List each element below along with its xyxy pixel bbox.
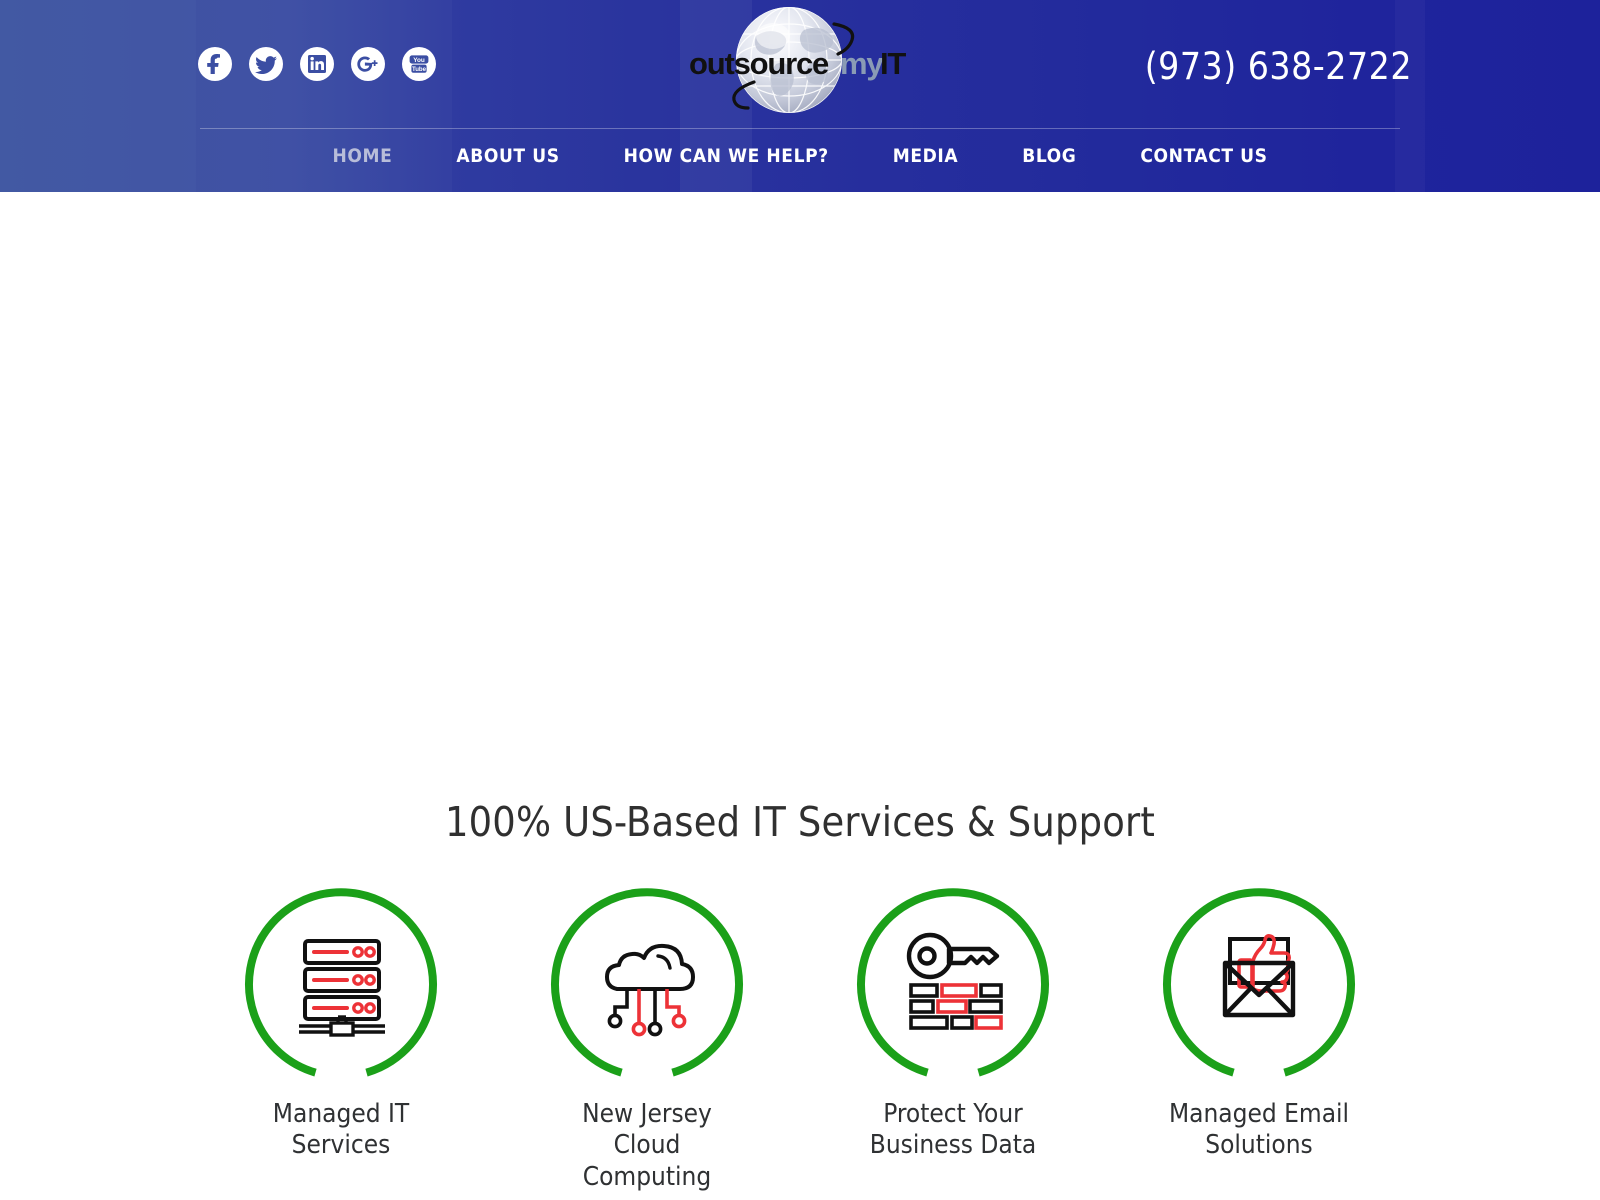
- nav-item-home[interactable]: HOME: [300, 145, 424, 167]
- nav-item-how-can-we-help[interactable]: HOW CAN WE HELP?: [592, 145, 861, 167]
- service-label: Managed IT Services: [272, 1099, 410, 1161]
- svg-text:Tube: Tube: [412, 66, 427, 73]
- googleplus-icon[interactable]: [351, 47, 385, 81]
- service-label: Protect Your Business Data: [869, 1099, 1037, 1161]
- site-header: You Tube outsource my IT (973) 638-2722 …: [0, 0, 1600, 192]
- social-links: You Tube: [198, 47, 436, 81]
- service-card-managed-it-services[interactable]: Managed IT Services: [243, 885, 439, 1161]
- service-ring: [855, 885, 1051, 1081]
- linkedin-icon[interactable]: [300, 47, 334, 81]
- svg-text:You: You: [413, 57, 425, 64]
- logo-word-outsource: outsource: [689, 46, 829, 81]
- facebook-icon[interactable]: [198, 47, 232, 81]
- nav-item-media[interactable]: MEDIA: [861, 145, 990, 167]
- nav-item-blog[interactable]: BLOG: [990, 145, 1108, 167]
- service-card-protect-your-business-data[interactable]: Protect Your Business Data: [855, 885, 1051, 1161]
- main-navigation: HOME ABOUT US HOW CAN WE HELP? MEDIA BLO…: [0, 145, 1600, 189]
- youtube-icon[interactable]: You Tube: [402, 47, 436, 81]
- cloud-network-icon: [549, 885, 745, 1081]
- service-ring: [243, 885, 439, 1081]
- nav-item-contact-us[interactable]: CONTACT US: [1108, 145, 1299, 167]
- nav-item-about-us[interactable]: ABOUT US: [424, 145, 591, 167]
- logo-word-it: IT: [880, 46, 906, 81]
- services-heading: 100% US-Based IT Services & Support: [444, 798, 1156, 846]
- service-card-new-jersey-cloud-computing[interactable]: New Jersey Cloud Computing: [549, 885, 745, 1193]
- hero-banner-area: [0, 192, 1600, 784]
- key-data-icon: [855, 885, 1051, 1081]
- service-label: New Jersey Cloud Computing: [582, 1099, 712, 1192]
- logo-word-my: my: [840, 46, 884, 81]
- service-card-managed-email-solutions[interactable]: Managed Email Solutions: [1161, 885, 1357, 1161]
- service-ring: [1161, 885, 1357, 1081]
- site-logo[interactable]: outsource my IT: [668, 2, 918, 120]
- service-ring: [549, 885, 745, 1081]
- header-divider: [200, 128, 1400, 129]
- server-rack-icon: [243, 885, 439, 1081]
- twitter-icon[interactable]: [249, 47, 283, 81]
- service-label: Managed Email Solutions: [1168, 1099, 1350, 1161]
- services-section: 100% US-Based IT Services & Support Mana…: [0, 798, 1600, 1193]
- envelope-thumbsup-icon: [1161, 885, 1357, 1081]
- phone-number[interactable]: (973) 638-2722: [1145, 45, 1412, 88]
- services-row: Managed IT Services New Jersey Cloud Com…: [0, 885, 1600, 1193]
